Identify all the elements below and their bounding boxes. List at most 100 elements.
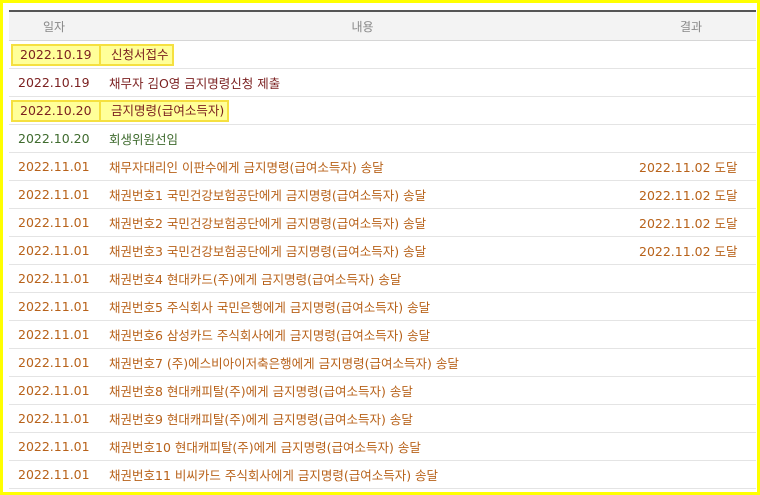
row-content: 채권번호3 국민건강보험공단에게 금지명령(급여소득자) 송달	[99, 236, 626, 265]
row-content: 채권번호4 현대카드(주)에게 금지명령(급여소득자) 송달	[99, 264, 626, 293]
row-result	[626, 292, 756, 321]
row-result	[626, 348, 756, 377]
row-result	[626, 432, 756, 461]
table-row: 2022.11.01 채권번호9 현대캐피탈(주)에게 금지명령(급여소득자) 송…	[9, 404, 756, 433]
row-content-text: 금지명령(급여소득자)	[99, 99, 230, 122]
row-content-text: 채권번호4 현대카드(주)에게 금지명령(급여소득자) 송달	[109, 272, 402, 287]
table-row: 2022.10.19 채무자 김O영 금지명령신청 제출	[9, 68, 756, 97]
row-content: 채무자대리인 이판수에게 금지명령(급여소득자) 송달	[99, 152, 626, 181]
header-date: 일자	[9, 10, 99, 41]
row-result	[626, 124, 756, 153]
row-content: 회생위원선임	[99, 124, 626, 153]
row-content-text: 채권번호8 현대캐피탈(주)에게 금지명령(급여소득자) 송달	[109, 384, 413, 399]
table-row: 2022.11.01 채권번호7 (주)에스비아이저축은행에게 금지명령(급여소득…	[9, 348, 756, 377]
row-date: 2022.11.01	[9, 460, 99, 489]
row-date-text: 2022.11.01	[18, 187, 90, 202]
table-row: 2022.11.01 채권번호6 삼성카드 주식회사에게 금지명령(급여소득자) …	[9, 320, 756, 349]
row-content-text: 채무자대리인 이판수에게 금지명령(급여소득자) 송달	[109, 160, 384, 175]
row-content: 채권번호8 현대캐피탈(주)에게 금지명령(급여소득자) 송달	[99, 376, 626, 405]
row-date-text: 2022.11.01	[18, 355, 90, 370]
row-content-text: 채무자 김O영 금지명령신청 제출	[109, 76, 281, 91]
row-date-text: 2022.11.01	[18, 299, 90, 314]
row-result-text: 2022.11.02 도달	[639, 244, 738, 259]
row-content: 금지명령(급여소득자)	[99, 96, 626, 125]
row-result	[626, 460, 756, 489]
row-result: 2022.11.02 도달	[626, 208, 756, 237]
row-content-text: 채권번호11 비씨카드 주식회사에게 금지명령(급여소득자) 송달	[109, 468, 439, 483]
table-row: 2022.11.01 채권번호2 국민건강보험공단에게 금지명령(급여소득자) 송…	[9, 208, 756, 237]
row-result	[626, 320, 756, 349]
row-date: 2022.11.01	[9, 376, 99, 405]
row-date: 2022.11.01	[9, 432, 99, 461]
row-content: 채권번호1 국민건강보험공단에게 금지명령(급여소득자) 송달	[99, 180, 626, 209]
row-date: 2022.11.01	[9, 208, 99, 237]
row-content: 채권번호5 주식회사 국민은행에게 금지명령(급여소득자) 송달	[99, 292, 626, 321]
row-content-text: 채권번호2 국민건강보험공단에게 금지명령(급여소득자) 송달	[109, 216, 427, 231]
header-result: 결과	[626, 10, 756, 41]
case-progress-table: 일자 내용 결과 2022.10.19 신청서접수 2022.10.19 채무자 김O…	[9, 10, 756, 489]
row-date: 2022.11.01	[9, 152, 99, 181]
row-content: 채권번호2 국민건강보험공단에게 금지명령(급여소득자) 송달	[99, 208, 626, 237]
row-date: 2022.11.01	[9, 236, 99, 265]
row-content-text: 회생위원선임	[109, 132, 179, 147]
row-result-text: 2022.11.02 도달	[639, 188, 738, 203]
row-content: 채권번호9 현대캐피탈(주)에게 금지명령(급여소득자) 송달	[99, 404, 626, 433]
row-result	[626, 264, 756, 293]
row-date-text: 2022.11.01	[18, 383, 90, 398]
row-content-text: 채권번호1 국민건강보험공단에게 금지명령(급여소득자) 송달	[109, 188, 427, 203]
row-content: 채권번호7 (주)에스비아이저축은행에게 금지명령(급여소득자) 송달	[99, 348, 626, 377]
header-content: 내용	[99, 10, 626, 41]
row-result-text: 2022.11.02 도달	[639, 216, 738, 231]
row-content: 채권번호10 현대캐피탈(주)에게 금지명령(급여소득자) 송달	[99, 432, 626, 461]
row-date: 2022.10.19	[9, 68, 99, 97]
row-result	[626, 404, 756, 433]
row-content-text: 채권번호5 주식회사 국민은행에게 금지명령(급여소득자) 송달	[109, 300, 431, 315]
table-row: 2022.11.01 채권번호5 주식회사 국민은행에게 금지명령(급여소득자) …	[9, 292, 756, 321]
table-row: 2022.11.01 채권번호11 비씨카드 주식회사에게 금지명령(급여소득자)…	[9, 460, 756, 489]
table-body: 2022.10.19 신청서접수 2022.10.19 채무자 김O영 금지명령신청 …	[9, 40, 756, 489]
row-content-text: 채권번호6 삼성카드 주식회사에게 금지명령(급여소득자) 송달	[109, 328, 431, 343]
row-date-text: 2022.10.20	[18, 131, 90, 146]
row-date-text: 2022.11.01	[18, 271, 90, 286]
row-result: 2022.11.02 도달	[626, 236, 756, 265]
row-content: 신청서접수	[99, 40, 626, 69]
table-row: 2022.11.01 채무자대리인 이판수에게 금지명령(급여소득자) 송달 202…	[9, 152, 756, 181]
screenshot-frame: 일자 내용 결과 2022.10.19 신청서접수 2022.10.19 채무자 김O…	[0, 0, 760, 495]
table-row: 2022.10.20 회생위원선임	[9, 124, 756, 153]
row-result: 2022.11.02 도달	[626, 152, 756, 181]
row-result	[626, 376, 756, 405]
row-content: 채권번호11 비씨카드 주식회사에게 금지명령(급여소득자) 송달	[99, 460, 626, 489]
table-row: 2022.10.20 금지명령(급여소득자)	[9, 96, 756, 125]
row-date: 2022.11.01	[9, 404, 99, 433]
row-result-text: 2022.11.02 도달	[639, 160, 738, 175]
row-date-text: 2022.11.01	[18, 215, 90, 230]
table-row: 2022.11.01 채권번호10 현대캐피탈(주)에게 금지명령(급여소득자) …	[9, 432, 756, 461]
row-content-text: 채권번호3 국민건강보험공단에게 금지명령(급여소득자) 송달	[109, 244, 427, 259]
row-date-text: 2022.11.01	[18, 439, 90, 454]
row-date-text: 2022.11.01	[18, 411, 90, 426]
row-content: 채무자 김O영 금지명령신청 제출	[99, 68, 626, 97]
row-date-text: 2022.10.19	[18, 75, 90, 90]
row-result	[626, 96, 756, 125]
row-date-text: 2022.11.01	[18, 467, 90, 482]
row-content-text: 채권번호9 현대캐피탈(주)에게 금지명령(급여소득자) 송달	[109, 412, 413, 427]
table-row: 2022.11.01 채권번호8 현대캐피탈(주)에게 금지명령(급여소득자) 송…	[9, 376, 756, 405]
row-content: 채권번호6 삼성카드 주식회사에게 금지명령(급여소득자) 송달	[99, 320, 626, 349]
row-result: 2022.11.02 도달	[626, 180, 756, 209]
row-result	[626, 40, 756, 69]
table-row: 2022.11.01 채권번호4 현대카드(주)에게 금지명령(급여소득자) 송달	[9, 264, 756, 293]
row-date-text: 2022.11.01	[18, 159, 90, 174]
row-content-text: 채권번호10 현대캐피탈(주)에게 금지명령(급여소득자) 송달	[109, 440, 421, 455]
row-result	[626, 68, 756, 97]
row-content-text: 채권번호7 (주)에스비아이저축은행에게 금지명령(급여소득자) 송달	[109, 356, 459, 371]
table-header: 일자 내용 결과	[9, 10, 756, 41]
table-row: 2022.11.01 채권번호3 국민건강보험공단에게 금지명령(급여소득자) 송…	[9, 236, 756, 265]
row-date: 2022.11.01	[9, 348, 99, 377]
table-row: 2022.11.01 채권번호1 국민건강보험공단에게 금지명령(급여소득자) 송…	[9, 180, 756, 209]
row-date: 2022.11.01	[9, 292, 99, 321]
row-date-text: 2022.11.01	[18, 243, 90, 258]
row-date: 2022.10.19	[9, 40, 116, 69]
row-date: 2022.11.01	[9, 320, 99, 349]
table-row: 2022.10.19 신청서접수	[9, 40, 756, 69]
row-date: 2022.11.01	[9, 264, 99, 293]
